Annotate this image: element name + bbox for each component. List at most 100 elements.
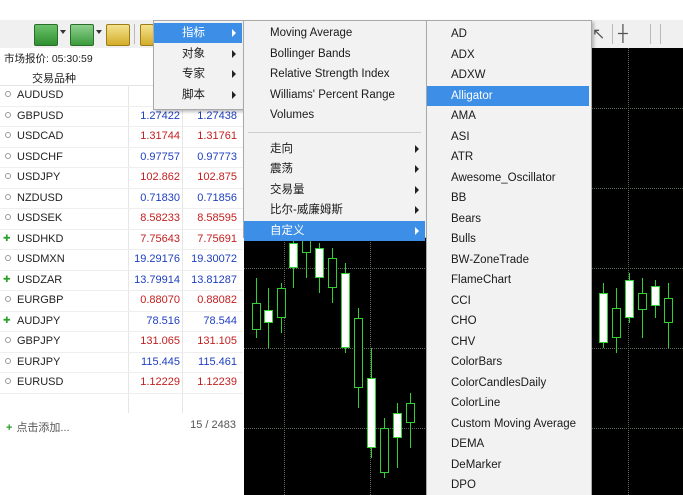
menu-item[interactable]: DeMarker: [427, 455, 589, 475]
menu-item[interactable]: Alligator: [427, 85, 589, 106]
ask-cell: 7.75691: [197, 232, 237, 245]
table-row[interactable]: EURJPY 115.445 115.461: [0, 352, 243, 373]
bid-cell: 1.12229: [140, 376, 180, 388]
market-watch-panel: 市场报价: 05:30:59 交易品种 AUDUSD0.GBPUSD1.2742…: [0, 48, 243, 495]
menu-item-label: BB: [451, 192, 467, 204]
table-row[interactable]: GBPJPY 131.065 131.105: [0, 331, 243, 353]
menu-item[interactable]: BB: [427, 188, 589, 208]
bid-cell: 0.88070: [140, 294, 180, 306]
menu-item[interactable]: ColorCandlesDaily: [427, 373, 589, 393]
table-row[interactable]: ✚ USDZAR 13.79914 13.81287: [0, 270, 243, 291]
chevron-right-icon: [232, 29, 236, 37]
template-icon[interactable]: [70, 24, 94, 46]
menu-item-label: BW-ZoneTrade: [451, 253, 529, 266]
symbol-cell: EURJPY: [17, 355, 61, 368]
menu-item[interactable]: 比尔-威廉姆斯: [244, 200, 425, 220]
table-row[interactable]: USDCHF 0.97757 0.97773: [0, 147, 243, 168]
profiles-icon[interactable]: [106, 24, 130, 46]
menu-item[interactable]: Bears: [427, 209, 589, 229]
menu-item[interactable]: 对象: [154, 44, 242, 64]
toolbar-divider: [134, 24, 135, 44]
menu-item[interactable]: Awesome_Oscillator: [427, 168, 589, 188]
menu-item[interactable]: BW-ZoneTrade: [427, 250, 589, 270]
table-row[interactable]: USDMXN 19.29176 19.30072: [0, 249, 243, 271]
menu-item-label: Bulls: [451, 233, 476, 245]
menu-item[interactable]: 震荡: [244, 159, 425, 179]
menu-item[interactable]: DEMA: [427, 434, 589, 454]
menu-item-label: ColorLine: [451, 397, 501, 409]
menu-item[interactable]: ATR: [427, 147, 589, 167]
status-dot-icon: [5, 255, 11, 261]
crosshair-icon[interactable]: ┼: [618, 24, 628, 43]
menu-item[interactable]: ColorBars: [427, 352, 589, 372]
autotrading-icon[interactable]: [140, 24, 154, 46]
column-symbol[interactable]: 交易品种: [32, 70, 76, 86]
menu-item[interactable]: 脚本: [154, 85, 242, 105]
table-row[interactable]: USDSEK 8.58233 8.58595: [0, 208, 243, 230]
plus-icon: +: [6, 422, 13, 434]
menu-item[interactable]: ADXW: [427, 65, 589, 85]
menu-item[interactable]: DPO: [427, 475, 589, 495]
menu-item[interactable]: Volumes: [244, 105, 425, 125]
menu-item[interactable]: Moving Average: [244, 23, 425, 43]
menu-item-label: Relative Strength Index: [270, 68, 390, 80]
chevron-right-icon: [415, 185, 419, 194]
menu-item[interactable]: ASI: [427, 127, 589, 147]
table-row[interactable]: EURUSD 1.12229 1.12239: [0, 372, 243, 394]
bid-cell: 115.445: [141, 355, 180, 368]
menu-item[interactable]: AD: [427, 24, 589, 44]
symbol-cell: GBPUSD: [17, 109, 64, 122]
menu-item[interactable]: 指标: [154, 23, 242, 43]
menu-item[interactable]: CCI: [427, 291, 589, 311]
chevron-down-icon[interactable]: [96, 30, 102, 34]
symbol-cell: USDCHF: [17, 150, 63, 163]
symbol-cell: USDJPY: [17, 171, 61, 183]
menu-item[interactable]: ColorLine: [427, 393, 589, 413]
ask-cell: 8.58595: [197, 212, 237, 224]
menu-item-label: 对象: [182, 47, 205, 60]
chevron-down-icon[interactable]: [60, 30, 66, 34]
menu-item[interactable]: 自定义: [244, 220, 425, 241]
ask-cell: 19.30072: [191, 253, 237, 265]
new-chart-icon[interactable]: [34, 24, 58, 46]
menu-item[interactable]: CHV: [427, 332, 589, 352]
menu-item[interactable]: ADX: [427, 45, 589, 65]
market-watch-title: 市场报价: 05:30:59: [4, 53, 93, 65]
cursor-icon[interactable]: ↖: [592, 24, 605, 43]
menu-item[interactable]: 专家: [154, 64, 242, 84]
menu-item-label: DPO: [451, 479, 476, 491]
context-menu: 指标对象专家 脚本: [153, 20, 245, 110]
menu-item[interactable]: Bulls: [427, 229, 589, 249]
menu-item[interactable]: Williams' Percent Range: [244, 85, 425, 105]
menu-item[interactable]: FlameChart: [427, 270, 589, 290]
table-row[interactable]: EURGBP 0.88070 0.88082: [0, 290, 243, 312]
menu-item-label: 指标: [182, 27, 205, 39]
menu-item[interactable]: 走向: [244, 139, 425, 159]
menu-item-label: ADX: [451, 48, 475, 61]
bid-cell: 8.58233: [140, 212, 180, 224]
table-row[interactable]: USDCAD 1.31744 1.31761: [0, 126, 243, 148]
menu-item[interactable]: Bollinger Bands: [244, 44, 425, 64]
menu-item[interactable]: AMA: [427, 106, 589, 126]
menu-item[interactable]: 交易量: [244, 180, 425, 200]
table-row[interactable]: NZDUSD 0.71830 0.71856: [0, 188, 243, 209]
menu-item-label: Williams' Percent Range: [270, 88, 395, 101]
bid-cell: 0.97757: [140, 150, 180, 163]
bid-cell: 78.516: [146, 314, 180, 327]
table-row[interactable]: ✚ USDHKD 7.75643 7.75691: [0, 229, 243, 250]
bid-cell: 19.29176: [134, 253, 180, 265]
menu-item-label: AD: [451, 28, 467, 40]
table-row[interactable]: ✚ AUDJPY 78.516 78.544: [0, 311, 243, 332]
menu-item[interactable]: CHO: [427, 311, 589, 331]
add-symbol-button[interactable]: + 点击添加...: [6, 419, 70, 435]
menu-item[interactable]: Relative Strength Index: [244, 64, 425, 84]
menu-item-label: ColorCandlesDaily: [451, 376, 547, 389]
arrow-up-icon: ✚: [3, 273, 11, 284]
status-dot-icon: [5, 296, 11, 302]
table-row[interactable]: USDJPY 102.862 102.875: [0, 167, 243, 189]
arrow-up-icon: ✚: [3, 232, 11, 243]
chevron-right-icon: [232, 49, 236, 58]
menu-item-label: 交易量: [270, 183, 305, 196]
bid-cell: 13.79914: [134, 273, 180, 286]
menu-item[interactable]: Custom Moving Average: [427, 414, 589, 434]
